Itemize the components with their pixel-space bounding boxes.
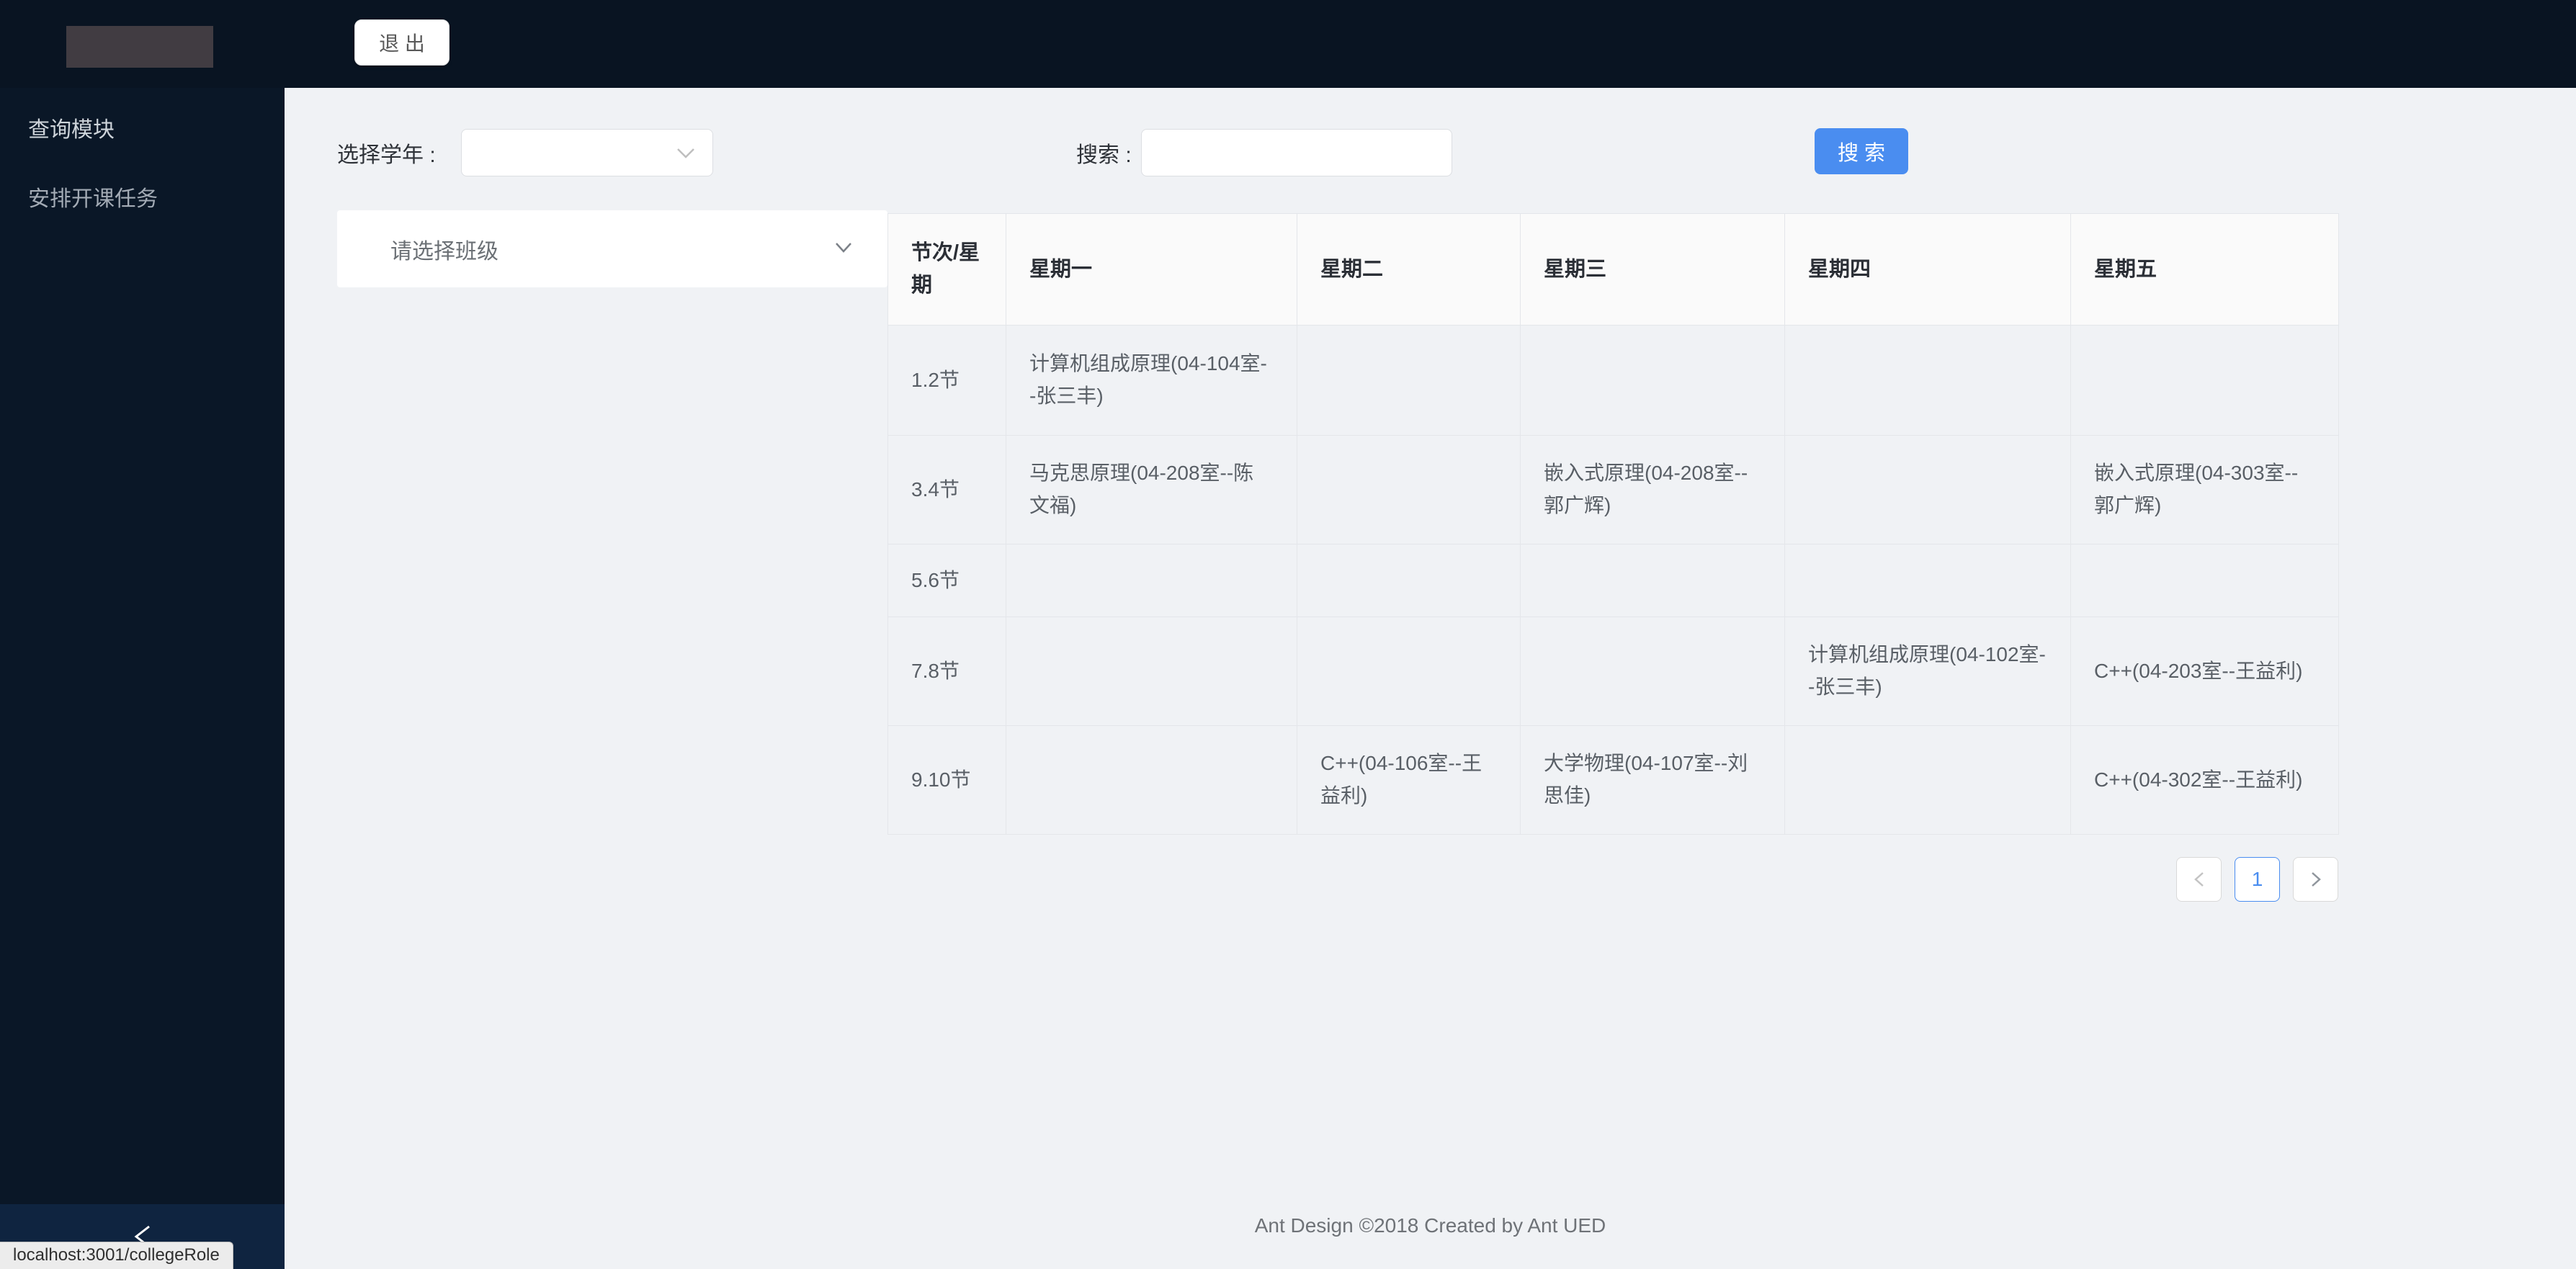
schedule-cell [1297, 616, 1521, 726]
sidebar: 查询模块 安排开课任务 [0, 88, 285, 1269]
schedule-cell: 计算机组成原理(04-102室--张三丰) [1784, 616, 2071, 726]
logo-placeholder [66, 26, 213, 68]
schedule-cell [1006, 616, 1297, 726]
chevron-down-icon [834, 241, 853, 259]
topbar: 退 出 [0, 0, 2576, 88]
schedule-cell: C++(04-203室--王益利) [2070, 616, 2339, 726]
table-header-row: 节次/星期 星期一 星期二 星期三 星期四 星期五 [887, 213, 2339, 326]
table-row: 1.2节 计算机组成原理(04-104室--张三丰) [887, 325, 2339, 436]
schedule-cell [2070, 544, 2339, 617]
period-cell: 1.2节 [887, 325, 1006, 436]
schedule-cell [1297, 435, 1521, 544]
schedule-cell [1297, 544, 1521, 617]
table-row: 7.8节 计算机组成原理(04-102室--张三丰) C++(04-203室--… [887, 616, 2339, 726]
schedule-cell: 嵌入式原理(04-208室--郭广辉) [1520, 435, 1785, 544]
column-header-period: 节次/星期 [887, 213, 1006, 326]
schedule-cell: 嵌入式原理(04-303室--郭广辉) [2070, 435, 2339, 544]
footer-text: Ant Design ©2018 Created by Ant UED [1254, 1214, 1606, 1237]
schedule-cell: 计算机组成原理(04-104室--张三丰) [1006, 325, 1297, 436]
period-cell: 3.4节 [887, 435, 1006, 544]
class-select[interactable]: 请选择班级 [337, 210, 887, 287]
year-select-label: 选择学年 : [337, 143, 436, 167]
logout-button[interactable]: 退 出 [354, 19, 450, 66]
schedule-cell [1006, 544, 1297, 617]
pagination-prev-button[interactable] [2176, 857, 2222, 902]
schedule-cell: C++(04-302室--王益利) [2070, 725, 2339, 835]
timetable: 节次/星期 星期一 星期二 星期三 星期四 星期五 1.2节 计算机组成原理(0… [887, 213, 2339, 835]
schedule-cell: 马克思原理(04-208室--陈文福) [1006, 435, 1297, 544]
search-button[interactable]: 搜 索 [1815, 128, 1908, 174]
schedule-cell: C++(04-106室--王益利) [1297, 725, 1521, 835]
column-header-wednesday: 星期三 [1520, 213, 1785, 326]
schedule-cell [1784, 325, 2071, 436]
chevron-down-icon [675, 145, 697, 165]
class-select-placeholder: 请选择班级 [390, 239, 498, 264]
schedule-cell [1784, 725, 2071, 835]
schedule-cell [1520, 616, 1785, 726]
chevron-left-icon [2193, 872, 2204, 887]
pagination-page-1[interactable]: 1 [2235, 857, 2280, 902]
search-input[interactable] [1141, 129, 1452, 176]
schedule-cell [1297, 325, 1521, 436]
period-cell: 9.10节 [887, 725, 1006, 835]
column-header-tuesday: 星期二 [1297, 213, 1521, 326]
year-select[interactable] [461, 129, 713, 176]
column-header-thursday: 星期四 [1784, 213, 2071, 326]
page: 退 出 查询模块 安排开课任务 选择学年 : 搜索 : 搜 索 请选择班级 节次… [0, 0, 2576, 1269]
sidebar-item-arrange-course-task[interactable]: 安排开课任务 [0, 181, 285, 218]
schedule-cell [2070, 325, 2339, 436]
schedule-cell [1006, 725, 1297, 835]
schedule-cell: 大学物理(04-107室--刘思佳) [1520, 725, 1785, 835]
period-cell: 5.6节 [887, 544, 1006, 617]
schedule-cell [1784, 435, 2071, 544]
column-header-monday: 星期一 [1006, 213, 1297, 326]
sidebar-item-query-module[interactable]: 查询模块 [0, 112, 285, 149]
table-row: 9.10节 C++(04-106室--王益利) 大学物理(04-107室--刘思… [887, 725, 2339, 835]
table-row: 5.6节 [887, 544, 2339, 617]
browser-status-bar: localhost:3001/collegeRole [0, 1242, 233, 1269]
column-header-friday: 星期五 [2070, 213, 2339, 326]
chevron-right-icon [2311, 872, 2321, 887]
pagination: 1 [2176, 857, 2338, 902]
period-cell: 7.8节 [887, 616, 1006, 726]
schedule-cell [1520, 325, 1785, 436]
pagination-next-button[interactable] [2293, 857, 2338, 902]
schedule-cell [1520, 544, 1785, 617]
search-label: 搜索 : [1076, 143, 1132, 167]
table-row: 3.4节 马克思原理(04-208室--陈文福) 嵌入式原理(04-208室--… [887, 435, 2339, 544]
schedule-cell [1784, 544, 2071, 617]
